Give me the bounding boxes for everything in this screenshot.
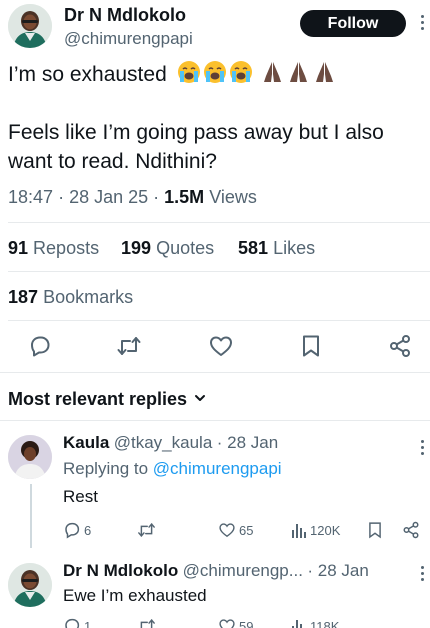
- reply-icon[interactable]: [28, 334, 52, 358]
- author-avatar[interactable]: [8, 4, 52, 48]
- reply-like-action[interactable]: 59: [218, 617, 253, 628]
- share-icon[interactable]: [388, 334, 412, 358]
- reply-more-options-icon[interactable]: [420, 566, 424, 581]
- divider: [8, 222, 430, 223]
- reposts-stat[interactable]: 91 Reposts: [8, 238, 99, 259]
- reply-views-action[interactable]: 118K: [291, 617, 339, 628]
- follow-button[interactable]: Follow: [300, 10, 406, 37]
- divider: [0, 420, 430, 421]
- reply-date[interactable]: · 28 Jan: [307, 561, 368, 580]
- divider: [8, 320, 430, 321]
- reply-author-handle[interactable]: @tkay_kaula: [114, 433, 213, 452]
- analytics-icon: [292, 620, 302, 628]
- retweet-icon: [140, 619, 155, 628]
- more-options-icon[interactable]: [420, 15, 424, 30]
- reply-text: Ewe I’m exhausted: [63, 586, 207, 605]
- reply-icon: [65, 618, 80, 628]
- heart-icon: [219, 523, 235, 538]
- bookmark-icon[interactable]: [300, 334, 322, 358]
- bookmarks-stat[interactable]: 187 Bookmarks: [8, 287, 133, 308]
- analytics-icon: [292, 524, 306, 538]
- replying-to: Replying to @chimurengpapi: [63, 459, 282, 478]
- reply-bookmark-action[interactable]: [367, 521, 383, 539]
- thread-line: [30, 484, 32, 548]
- likes-stat[interactable]: 581 Likes: [238, 238, 315, 259]
- reply-views-action[interactable]: 120K: [291, 521, 340, 539]
- reply-reply-action[interactable]: 1: [63, 617, 91, 628]
- reply-author-name[interactable]: Kaula: [63, 433, 109, 452]
- retweet-icon[interactable]: [116, 334, 142, 358]
- reply-retweet-action[interactable]: [137, 617, 156, 628]
- divider: [8, 271, 430, 272]
- tweet-text: I’m so exhausted Feels like I’m going pa…: [8, 60, 428, 176]
- author-handle[interactable]: @chimurengpapi: [64, 29, 193, 49]
- divider: [0, 372, 430, 373]
- praying-hands-emoji-icon: [260, 60, 338, 92]
- crying-emoji-icon: [177, 60, 255, 92]
- retweet-icon: [138, 523, 155, 537]
- heart-icon: [219, 619, 235, 628]
- heart-icon[interactable]: [208, 334, 234, 358]
- tweet-text-line-2: Feels like I’m going pass away but I als…: [8, 121, 384, 144]
- reply-reply-action[interactable]: 6: [63, 521, 91, 539]
- views-label: Views: [209, 187, 257, 207]
- reply-author-name[interactable]: Dr N Mdlokolo: [63, 561, 178, 580]
- tweet-text-line-1: I’m so exhausted: [8, 63, 167, 86]
- reply-date[interactable]: · 28 Jan: [217, 433, 278, 452]
- reply-avatar[interactable]: [8, 435, 52, 479]
- author-name[interactable]: Dr N Mdlokolo: [64, 5, 186, 26]
- reply-icon: [65, 522, 80, 539]
- replying-to-link[interactable]: @chimurengpapi: [153, 459, 282, 478]
- reply-share-action[interactable]: [402, 521, 420, 539]
- reply-text: Rest: [63, 487, 98, 506]
- reply-header: Dr N Mdlokolo @chimurengp... · 28 Jan: [63, 561, 369, 581]
- reply-retweet-action[interactable]: [137, 521, 156, 539]
- replies-sort-dropdown[interactable]: Most relevant replies: [8, 389, 207, 410]
- reply-like-action[interactable]: 65: [218, 521, 253, 539]
- reply-more-options-icon[interactable]: [420, 440, 424, 455]
- reply-author-handle[interactable]: @chimurengp...: [183, 561, 303, 580]
- reply-avatar[interactable]: [8, 563, 52, 607]
- replies-header-label: Most relevant replies: [8, 389, 188, 409]
- bookmark-icon: [369, 522, 381, 539]
- tweet-text-line-3: want to read. Ndithini?: [8, 150, 217, 173]
- quotes-stat[interactable]: 199 Quotes: [121, 238, 214, 259]
- views-count: 1.5M: [164, 187, 205, 207]
- share-icon: [403, 521, 419, 539]
- tweet-time[interactable]: 18:47: [8, 187, 53, 207]
- chevron-down-icon: [193, 389, 207, 410]
- tweet-date[interactable]: 28 Jan 25: [69, 187, 148, 207]
- tweet-meta: 18:47 · 28 Jan 25 · 1.5M Views: [8, 187, 257, 207]
- reply-header: Kaula @tkay_kaula · 28 Jan: [63, 433, 278, 453]
